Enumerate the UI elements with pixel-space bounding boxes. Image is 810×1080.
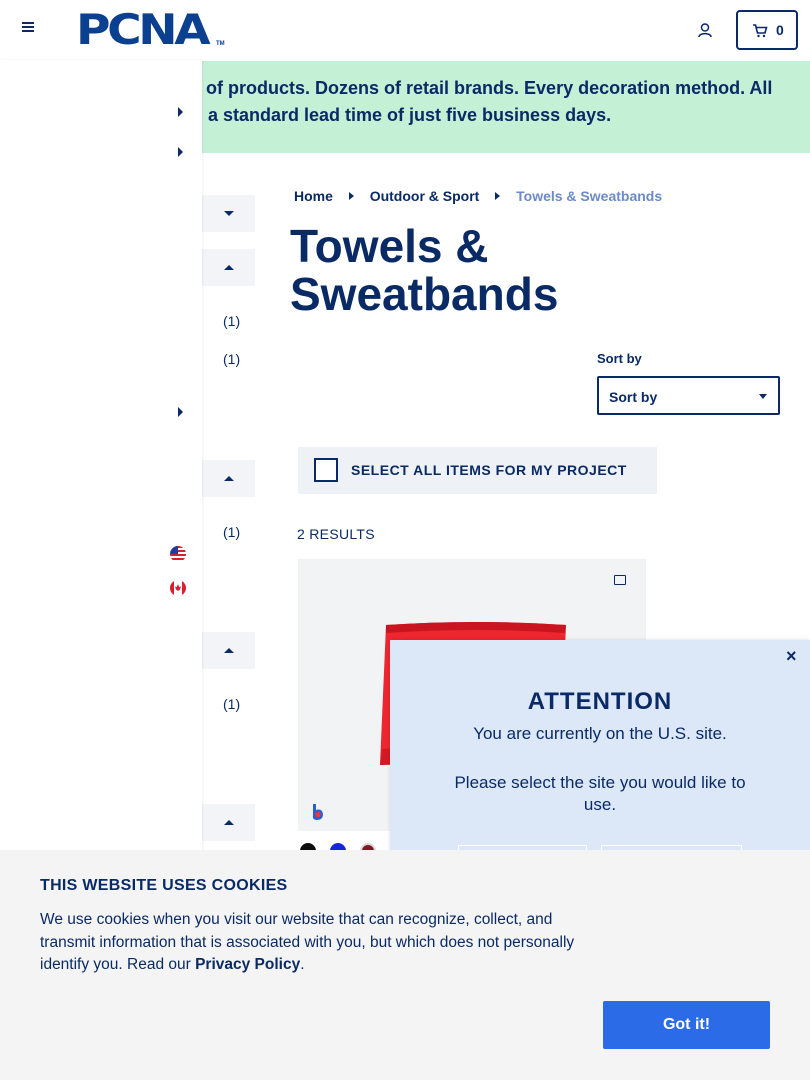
- logo-trademark: TM: [216, 41, 225, 47]
- chevron-down-icon: [759, 394, 767, 399]
- filter-toggle-3[interactable]: [202, 460, 255, 497]
- filter-count: (1): [223, 524, 241, 540]
- results-count: 2 RESULTS: [297, 526, 375, 542]
- canada-flag-icon[interactable]: [170, 580, 186, 596]
- site-header: PCNA TM 0: [0, 0, 810, 60]
- pcna-logo[interactable]: PCNA TM: [76, 5, 226, 54]
- caret-up-icon: [224, 476, 234, 481]
- folder-icon[interactable]: [614, 575, 626, 585]
- chevron-right-icon[interactable]: [178, 407, 183, 417]
- caret-down-icon: [224, 211, 234, 216]
- modal-title: ATTENTION: [527, 688, 673, 715]
- hamburger-menu-icon[interactable]: [18, 20, 38, 40]
- filter-count: (1): [223, 313, 241, 329]
- side-menu-drawer: [0, 60, 202, 850]
- close-icon[interactable]: ×: [786, 646, 797, 667]
- filter-toggle-2[interactable]: [202, 249, 255, 286]
- banner-line-1: ls of products. Dozens of retail brands.…: [186, 78, 773, 98]
- breadcrumb-home[interactable]: Home: [294, 188, 333, 204]
- cart-icon: [753, 24, 768, 38]
- brand-badge-icon: [312, 804, 323, 820]
- filter-count: (1): [223, 696, 241, 712]
- modal-message: You are currently on the U.S. site.: [473, 724, 727, 743]
- breadcrumb-separator-icon: [495, 192, 501, 201]
- cookie-title: THIS WEBSITE USES COOKIES: [40, 877, 288, 894]
- caret-up-icon: [224, 265, 234, 270]
- logo-text: PCNA: [76, 5, 211, 54]
- caret-up-icon: [224, 648, 234, 653]
- chevron-right-icon[interactable]: [178, 147, 183, 157]
- site-selection-modal: × ATTENTION You are currently on the U.S…: [390, 640, 810, 885]
- user-icon[interactable]: [697, 22, 713, 38]
- cookie-text: We use cookies when you visit our websit…: [40, 909, 610, 977]
- sort-label: Sort by: [597, 351, 642, 366]
- breadcrumb-outdoor-sport[interactable]: Outdoor & Sport: [370, 188, 480, 204]
- modal-prompt: Please select the site you would like to…: [454, 773, 746, 814]
- cookie-period: .: [300, 956, 305, 973]
- breadcrumb-separator-icon: [348, 192, 354, 201]
- caret-up-icon: [224, 820, 234, 825]
- filter-toggle-4[interactable]: [202, 632, 255, 669]
- breadcrumb: Home Outdoor & Sport Towels & Sweatbands: [294, 187, 662, 205]
- filter-toggle-1[interactable]: [202, 195, 255, 232]
- sort-select[interactable]: Sort by: [597, 376, 780, 415]
- got-it-button[interactable]: Got it!: [603, 1001, 770, 1049]
- page-title: Towels & Sweatbands: [290, 220, 559, 320]
- sort-value: Sort by: [609, 389, 658, 405]
- cookie-banner: THIS WEBSITE USES COOKIES We use cookies…: [0, 850, 810, 1080]
- cart-button[interactable]: 0: [736, 10, 798, 50]
- select-all-checkbox[interactable]: [314, 458, 338, 482]
- cart-count: 0: [776, 22, 784, 38]
- chevron-right-icon[interactable]: [178, 107, 183, 117]
- banner-line-2: th a standard lead time of just five bus…: [186, 105, 612, 125]
- filter-toggle-5[interactable]: [202, 804, 255, 841]
- banner-text: ls of products. Dozens of retail brands.…: [186, 75, 796, 129]
- select-all-items[interactable]: SELECT ALL ITEMS FOR MY PROJECT: [298, 447, 657, 494]
- breadcrumb-current: Towels & Sweatbands: [516, 188, 663, 205]
- privacy-policy-link[interactable]: Privacy Policy: [195, 956, 300, 973]
- cookie-body: We use cookies when you visit our websit…: [40, 911, 575, 973]
- filter-count: (1): [223, 351, 241, 367]
- select-all-label: SELECT ALL ITEMS FOR MY PROJECT: [351, 462, 627, 478]
- us-flag-icon[interactable]: [170, 546, 186, 562]
